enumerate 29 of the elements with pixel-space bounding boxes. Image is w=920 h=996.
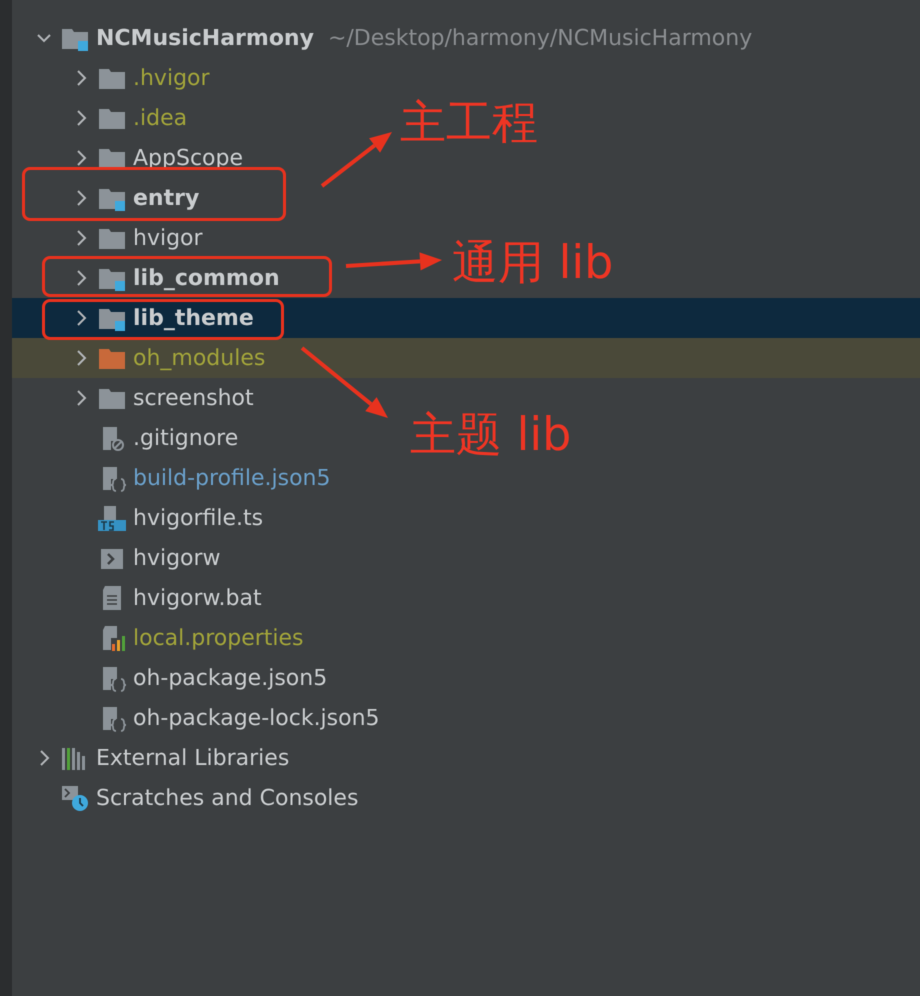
selected-row[interactable]: lib_theme <box>12 298 920 338</box>
annotation-label: 主工程 <box>400 94 538 151</box>
item-name[interactable]: oh-package.json5 <box>133 666 328 690</box>
project-path: ~/Desktop/harmony/NCMusicHarmony <box>328 26 752 50</box>
item-name[interactable]: NCMusicHarmony <box>96 26 314 50</box>
item-name[interactable]: local.properties <box>133 626 304 650</box>
scratches-icon <box>60 784 90 812</box>
item-name[interactable]: hvigorw.bat <box>133 586 262 610</box>
item-name[interactable]: lib_theme <box>133 306 254 330</box>
ts-file-icon <box>97 504 127 532</box>
item-name[interactable]: hvigor <box>133 226 203 250</box>
item-name[interactable]: build-profile.json5 <box>133 466 330 490</box>
item-name[interactable]: .idea <box>133 106 188 130</box>
item-name[interactable]: hvigorfile.ts <box>133 506 264 530</box>
item-name[interactable]: .hvigor <box>133 66 210 90</box>
item-name[interactable]: Scratches and Consoles <box>96 786 358 810</box>
item-name[interactable]: .gitignore <box>133 426 238 450</box>
item-name[interactable]: External Libraries <box>96 746 290 770</box>
item-name[interactable]: entry <box>133 186 200 210</box>
excluded-row[interactable]: oh_modules <box>12 338 920 378</box>
annotation-label: 通用 lib <box>452 234 614 291</box>
item-name[interactable]: screenshot <box>133 386 254 410</box>
item-name[interactable]: hvigorw <box>133 546 221 570</box>
item-name[interactable]: oh-package-lock.json5 <box>133 706 380 730</box>
item-name[interactable]: AppScope <box>133 146 243 170</box>
annotation-label: 主题 lib <box>410 406 572 463</box>
arrow <box>320 132 392 188</box>
item-name[interactable]: lib_common <box>133 266 280 290</box>
item-name[interactable]: oh_modules <box>133 346 266 370</box>
